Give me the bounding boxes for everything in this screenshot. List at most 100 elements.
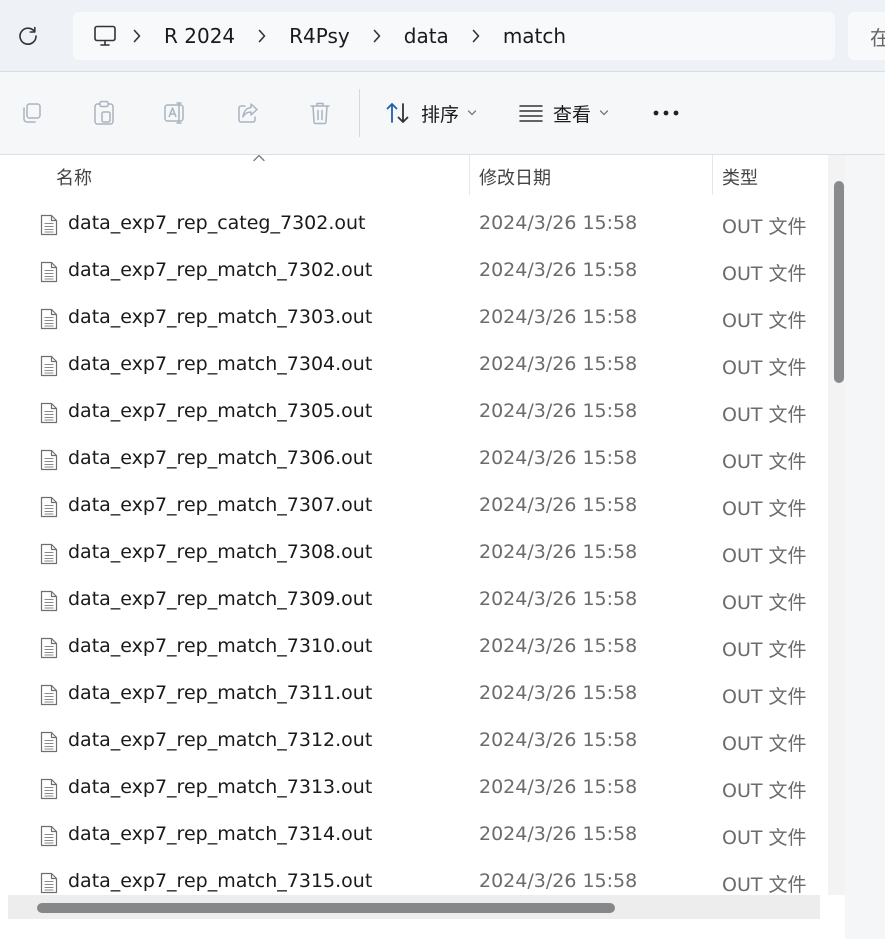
paste-icon[interactable] — [89, 98, 119, 128]
breadcrumb[interactable]: R 2024 R4Psy data match — [73, 12, 835, 60]
file-type: OUT 文件 — [722, 545, 807, 567]
sort-icon — [386, 103, 409, 123]
file-row[interactable]: data_exp7_rep_match_7306.out 2024/3/26 15… — [8, 436, 828, 483]
breadcrumb-item-r-2024[interactable]: R 2024 — [156, 24, 243, 48]
file-row[interactable]: data_exp7_rep_categ_7302.out 2024/3/26 15… — [8, 201, 828, 248]
file-row[interactable]: data_exp7_rep_match_7310.out 2024/3/26 15… — [8, 624, 828, 671]
file-name: data_exp7_rep_match_7311.out — [68, 682, 373, 704]
sort-ascending-icon — [253, 155, 265, 162]
file-name: data_exp7_rep_match_7304.out — [68, 353, 373, 375]
file-name: data_exp7_rep_categ_7302.out — [68, 212, 366, 234]
delete-icon[interactable] — [305, 98, 335, 128]
search-input[interactable]: 在 — [848, 12, 885, 60]
share-icon[interactable] — [233, 98, 263, 128]
file-modified-date: 2024/3/26 15:58 — [479, 494, 638, 516]
file-type: OUT 文件 — [722, 874, 807, 896]
copy-icon[interactable] — [17, 98, 47, 128]
file-name: data_exp7_rep_match_7307.out — [68, 494, 373, 516]
file-icon — [40, 261, 58, 283]
column-divider[interactable] — [469, 155, 470, 195]
file-row[interactable]: data_exp7_rep_match_7311.out 2024/3/26 15… — [8, 671, 828, 718]
file-name: data_exp7_rep_match_7314.out — [68, 823, 373, 845]
file-modified-date: 2024/3/26 15:58 — [479, 776, 638, 798]
file-modified-date: 2024/3/26 15:58 — [479, 588, 638, 610]
file-row[interactable]: data_exp7_rep_match_7307.out 2024/3/26 15… — [8, 483, 828, 530]
file-type: OUT 文件 — [722, 263, 807, 285]
file-explorer-window: R 2024 R4Psy data match 在 排序 查看 名称 修改日期 … — [0, 0, 885, 939]
chevron-right-icon[interactable] — [358, 29, 396, 43]
file-row[interactable]: data_exp7_rep_match_7303.out 2024/3/26 15… — [8, 295, 828, 342]
horizontal-scrollbar-thumb[interactable] — [37, 903, 615, 913]
monitor-icon[interactable] — [92, 23, 118, 49]
file-modified-date: 2024/3/26 15:58 — [479, 870, 638, 892]
refresh-icon[interactable] — [14, 22, 42, 50]
file-icon — [40, 590, 58, 612]
file-icon — [40, 684, 58, 706]
file-icon — [40, 496, 58, 518]
file-name: data_exp7_rep_match_7310.out — [68, 635, 373, 657]
file-row[interactable]: data_exp7_rep_match_7304.out 2024/3/26 15… — [8, 342, 828, 389]
file-row[interactable]: data_exp7_rep_match_7312.out 2024/3/26 15… — [8, 718, 828, 765]
chevron-right-icon[interactable] — [457, 29, 495, 43]
file-row[interactable]: data_exp7_rep_match_7309.out 2024/3/26 15… — [8, 577, 828, 624]
file-modified-date: 2024/3/26 15:58 — [479, 447, 638, 469]
column-date-header[interactable]: 修改日期 — [479, 164, 551, 190]
chevron-down-icon — [599, 110, 609, 116]
file-type: OUT 文件 — [722, 827, 807, 849]
chevron-right-icon[interactable] — [243, 29, 281, 43]
rename-icon[interactable] — [161, 98, 191, 128]
command-bar: 排序 查看 — [0, 72, 885, 155]
file-name: data_exp7_rep_match_7305.out — [68, 400, 373, 422]
chevron-right-icon[interactable] — [118, 29, 156, 43]
file-name: data_exp7_rep_match_7302.out — [68, 259, 373, 281]
toolbar-separator — [359, 89, 360, 137]
file-type: OUT 文件 — [722, 357, 807, 379]
file-list[interactable]: 名称 修改日期 类型 data_exp7_rep_categ_7302.out 2… — [8, 155, 845, 919]
column-type-header[interactable]: 类型 — [722, 164, 758, 190]
file-row[interactable]: data_exp7_rep_match_7302.out 2024/3/26 15… — [8, 248, 828, 295]
file-type: OUT 文件 — [722, 310, 807, 332]
file-modified-date: 2024/3/26 15:58 — [479, 353, 638, 375]
file-type: OUT 文件 — [722, 404, 807, 426]
file-name: data_exp7_rep_match_7308.out — [68, 541, 373, 563]
more-icon[interactable] — [650, 98, 682, 128]
file-row[interactable]: data_exp7_rep_match_7313.out 2024/3/26 15… — [8, 765, 828, 812]
file-modified-date: 2024/3/26 15:58 — [479, 823, 638, 845]
file-row[interactable]: data_exp7_rep_match_7308.out 2024/3/26 15… — [8, 530, 828, 577]
file-icon — [40, 308, 58, 330]
view-list-icon — [519, 105, 543, 122]
file-icon — [40, 637, 58, 659]
view-button[interactable]: 查看 — [519, 98, 609, 128]
breadcrumb-item-match[interactable]: match — [495, 24, 574, 48]
chevron-down-icon — [467, 110, 477, 116]
file-row[interactable]: data_exp7_rep_match_7314.out 2024/3/26 15… — [8, 812, 828, 859]
vertical-scrollbar-thumb[interactable] — [834, 181, 844, 383]
file-type: OUT 文件 — [722, 686, 807, 708]
breadcrumb-item-data[interactable]: data — [396, 24, 457, 48]
file-icon — [40, 872, 58, 894]
file-type: OUT 文件 — [722, 592, 807, 614]
content-area: 名称 修改日期 类型 data_exp7_rep_categ_7302.out 2… — [0, 155, 885, 939]
file-row[interactable]: data_exp7_rep_match_7305.out 2024/3/26 15… — [8, 389, 828, 436]
file-name: data_exp7_rep_match_7306.out — [68, 447, 373, 469]
file-icon — [40, 214, 58, 236]
file-name: data_exp7_rep_match_7303.out — [68, 306, 373, 328]
file-name: data_exp7_rep_match_7312.out — [68, 729, 373, 751]
sort-button[interactable]: 排序 — [385, 98, 477, 128]
file-type: OUT 文件 — [722, 733, 807, 755]
sort-label: 排序 — [421, 103, 460, 126]
panel-gutter — [845, 155, 885, 939]
column-name-header[interactable]: 名称 — [56, 164, 92, 190]
file-icon — [40, 778, 58, 800]
column-divider[interactable] — [712, 155, 713, 195]
file-icon — [40, 355, 58, 377]
file-modified-date: 2024/3/26 15:58 — [479, 729, 638, 751]
file-icon — [40, 825, 58, 847]
file-modified-date: 2024/3/26 15:58 — [479, 212, 638, 234]
file-icon — [40, 731, 58, 753]
file-name: data_exp7_rep_match_7309.out — [68, 588, 373, 610]
file-icon — [40, 449, 58, 471]
address-bar: R 2024 R4Psy data match 在 — [0, 0, 885, 72]
breadcrumb-item-r4psy[interactable]: R4Psy — [281, 24, 358, 48]
file-type: OUT 文件 — [722, 451, 807, 473]
